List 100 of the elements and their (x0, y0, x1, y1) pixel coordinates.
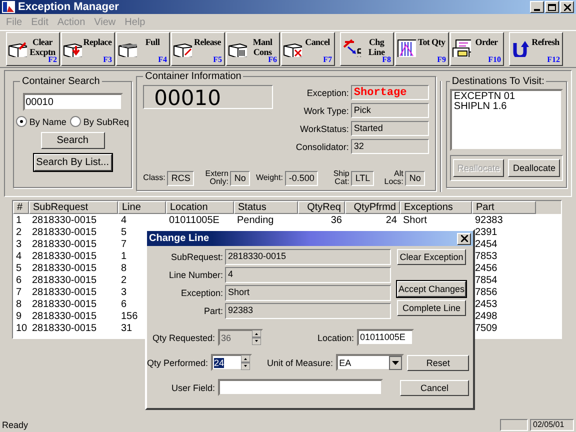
field-label: Consolidator: (296, 142, 349, 152)
radio-label: By Name (29, 116, 66, 126)
toolbar-button[interactable]: Order F10 (450, 32, 504, 66)
field-label: Unit of Measure: (266, 358, 334, 368)
column-header[interactable]: Exceptions (400, 201, 472, 214)
field-label: Weight: (256, 174, 283, 182)
column-header[interactable]: Location (166, 201, 234, 214)
table-cell-text: 3 (120, 286, 128, 298)
user-field[interactable] (218, 379, 383, 396)
toolbar-button[interactable]: Release F5 (171, 32, 225, 66)
column-header[interactable]: Status (234, 201, 298, 214)
search-button[interactable]: Search By List... (34, 154, 112, 171)
radio-option[interactable]: By SubReq (70, 116, 129, 127)
toolbar-button[interactable]: Clear Excptn F2 (6, 32, 60, 66)
column-header[interactable]: QtyPfrmd (345, 201, 400, 214)
maximize-icon (548, 4, 556, 10)
list-item[interactable]: SHIPLN 1.6 (454, 102, 560, 112)
field-label: Location: (316, 332, 354, 342)
minimize-button[interactable] (530, 1, 544, 13)
spin-field[interactable]: 24 (211, 354, 252, 371)
table-cell-text: 4 (15, 250, 23, 262)
field-value: Started (350, 121, 429, 136)
table-cell-text: 8 (120, 262, 128, 274)
table-cell-text: 6 (120, 298, 128, 310)
field-value: 4 (225, 267, 391, 283)
column-header[interactable]: # (13, 201, 29, 214)
dialog-button[interactable]: Accept Changes (397, 281, 466, 297)
table-cell-text: 2818330-0015 (31, 214, 98, 226)
table-cell-text: 9 (15, 310, 23, 322)
toolbar-button[interactable]: Replace F3 (61, 32, 115, 66)
table-cell-text: 1 (120, 250, 128, 262)
field-value: 32 (350, 139, 429, 154)
toolbar-button[interactable]: Cancel F7 (281, 32, 335, 66)
location-field[interactable]: 01011005E (357, 329, 414, 346)
status-panel (500, 419, 528, 431)
table-cell-text: 2818330-0015 (31, 310, 98, 322)
list-item[interactable]: EXCEPTN 01 (454, 92, 560, 102)
allocate-button[interactable]: Deallocate (508, 159, 560, 177)
table-cell-text: 2818330-0015 (31, 322, 98, 334)
table-cell-text: 3 (15, 238, 23, 250)
table-cell-text: 2818330-0015 (31, 250, 98, 262)
search-button[interactable]: Search (40, 132, 105, 149)
table-cell-text: 2818330-0015 (31, 298, 98, 310)
spin-arrows-icon (240, 355, 250, 370)
dialog-button[interactable]: Reset (407, 354, 469, 370)
column-header[interactable]: Line (118, 201, 166, 214)
unit-dropdown[interactable]: EA (336, 354, 404, 371)
radio-label: By SubReq (83, 116, 129, 126)
table-cell-text: 5 (15, 262, 23, 274)
dialog-button[interactable]: Clear Exception (397, 249, 466, 265)
field-value: Pick (350, 103, 429, 118)
chart-icon (397, 39, 416, 57)
field-label: Ship Cat: (332, 170, 350, 186)
radio-button[interactable] (16, 116, 28, 127)
table-cell-text: 7856 (474, 286, 498, 298)
column-header[interactable]: SubRequest (29, 201, 118, 214)
change-line-icon (342, 39, 361, 57)
window-title: Exception Manager (18, 1, 120, 13)
table-cell-text: Short (402, 214, 428, 226)
table-cell-text: 31 (120, 322, 134, 334)
radio-button[interactable] (70, 116, 82, 127)
table-cell-text: 2818330-0015 (31, 238, 98, 250)
maximize-button[interactable] (545, 1, 559, 13)
refresh-icon (511, 39, 530, 57)
status-text: Ready (2, 420, 30, 430)
table-cell-text: 2818330-0015 (31, 286, 98, 298)
toolbar-button[interactable]: Tot Qty F9 (395, 32, 449, 66)
field-label: Alt Locs: (383, 170, 404, 186)
close-icon (564, 4, 570, 10)
toolbar-button[interactable]: Manl Cons F6 (226, 32, 280, 66)
field-label: Class: (143, 174, 166, 182)
toolbar-button[interactable]: Full F4 (116, 32, 170, 66)
table-cell-text: 36 (330, 214, 343, 226)
column-header[interactable]: Part (472, 201, 536, 214)
field-value: Short (225, 285, 391, 301)
table-cell-text: 2391 (474, 226, 498, 238)
column-header[interactable]: QtyReq (298, 201, 345, 214)
group-title: Container Search (21, 76, 101, 87)
container-number: 00010 (143, 85, 274, 109)
table-cell-text: 2 (15, 226, 23, 238)
group-title: Destinations To Visit: (450, 76, 546, 87)
dialog-button[interactable]: Complete Line (397, 300, 466, 316)
field-value: No (405, 170, 425, 186)
toolbar-button[interactable]: Refresh F12 (509, 32, 563, 66)
table-cell-text: 8 (15, 298, 23, 310)
field-label: Qty Performed: (147, 358, 208, 368)
field-value: RCS (167, 170, 194, 186)
close-button[interactable] (457, 232, 471, 244)
search-field[interactable]: 00010 (22, 93, 123, 111)
field-value: 2818330-0015 (225, 249, 391, 265)
field-value: -0.500 (284, 170, 318, 186)
close-button[interactable] (560, 1, 574, 13)
table-cell-text: Pending (236, 214, 275, 226)
radio-option[interactable]: By Name (16, 116, 66, 127)
table-cell-text: 2818330-0015 (31, 262, 98, 274)
dialog-button[interactable]: Cancel (400, 380, 469, 396)
table-cell-text: 5 (120, 226, 128, 238)
group-title: Container Information (144, 71, 242, 82)
field-label: Qty Requested: (151, 332, 215, 342)
toolbar-button[interactable]: Chg Line F8 (340, 32, 394, 66)
